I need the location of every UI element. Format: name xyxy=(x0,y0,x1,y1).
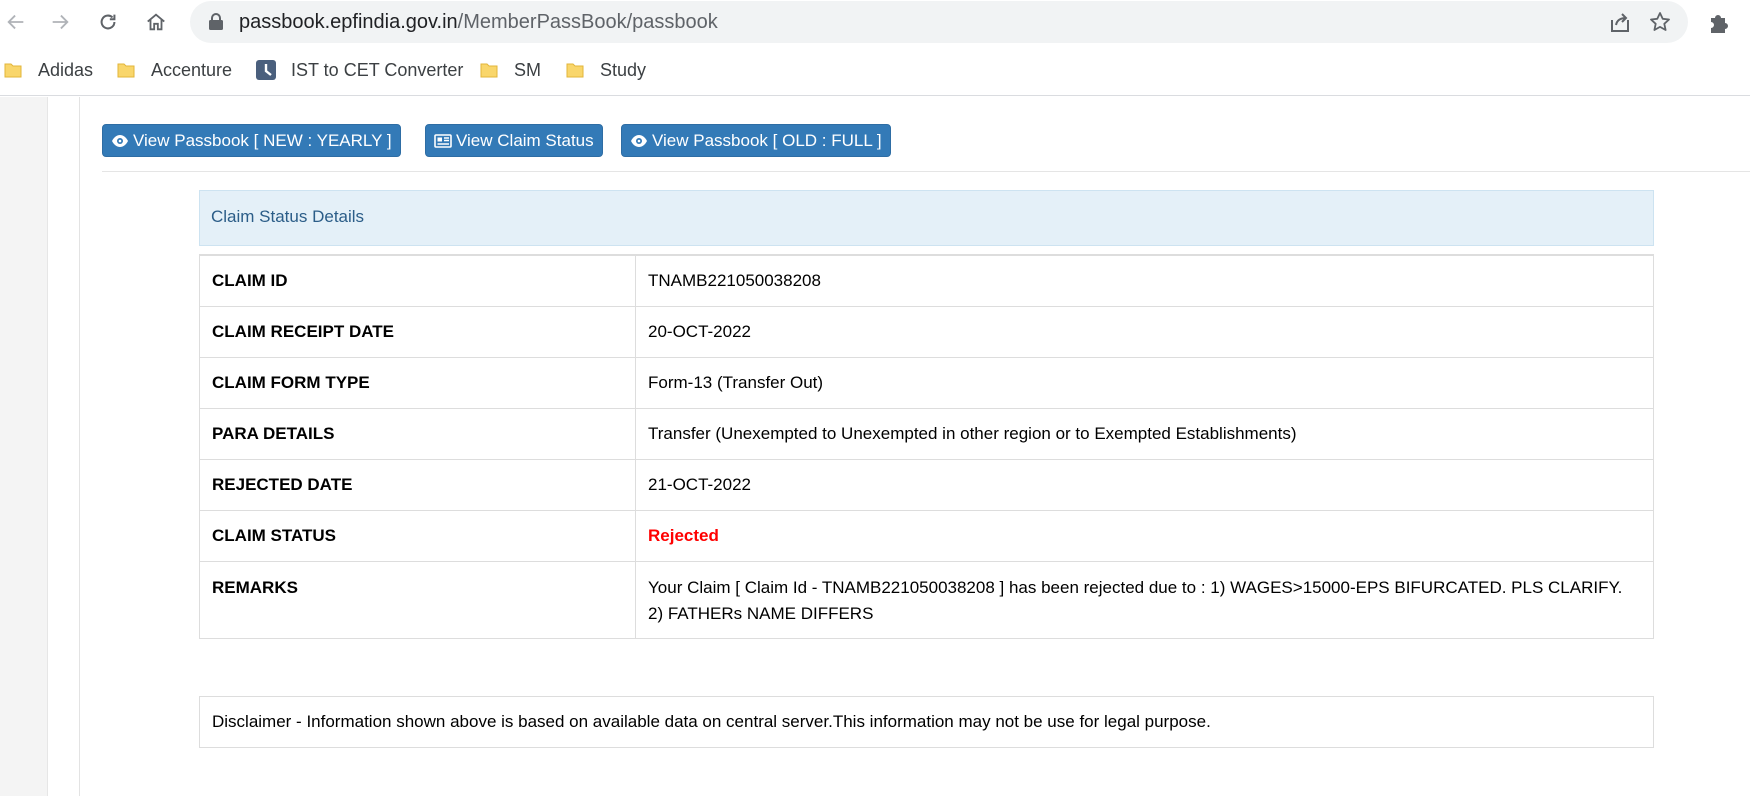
view-claim-status-button[interactable]: View Claim Status xyxy=(425,124,603,157)
claim-details-table: CLAIM ID TNAMB221050038208 CLAIM RECEIPT… xyxy=(199,254,1654,639)
claim-status-label: CLAIM STATUS xyxy=(199,509,636,562)
disclaimer-box: Disclaimer - Information shown above is … xyxy=(199,696,1654,748)
para-details-label: PARA DETAILS xyxy=(199,407,636,460)
star-icon[interactable] xyxy=(1648,10,1672,34)
para-details-value: Transfer (Unexempted to Unexempted in ot… xyxy=(635,407,1654,460)
url-host: passbook.epfindia.gov.in xyxy=(239,11,458,33)
table-row: CLAIM ID TNAMB221050038208 xyxy=(199,254,1654,307)
claim-receipt-date-label: CLAIM RECEIPT DATE xyxy=(199,305,636,358)
share-icon[interactable] xyxy=(1608,11,1632,33)
side-gutter xyxy=(0,97,48,796)
address-bar[interactable]: passbook.epfindia.gov.in/MemberPassBook/… xyxy=(190,1,1688,43)
table-row: CLAIM STATUS Rejected xyxy=(199,509,1654,562)
bookmark-label: Study xyxy=(600,59,647,80)
folder-icon xyxy=(480,63,498,78)
eye-icon xyxy=(112,134,128,147)
home-icon[interactable] xyxy=(140,6,172,38)
newspaper-icon xyxy=(434,133,452,148)
claim-id-label: CLAIM ID xyxy=(199,254,636,307)
claim-receipt-date-value: 20-OCT-2022 xyxy=(635,305,1654,358)
url-path: /MemberPassBook/passbook xyxy=(457,11,718,33)
claim-form-type-value: Form-13 (Transfer Out) xyxy=(635,356,1654,409)
url-text[interactable]: passbook.epfindia.gov.in/MemberPassBook/… xyxy=(239,11,718,34)
bookmark-study[interactable]: Study xyxy=(564,58,646,82)
clock-icon xyxy=(256,60,276,80)
button-label: View Passbook [ OLD : FULL ] xyxy=(652,130,882,150)
bookmark-adidas[interactable]: Adidas xyxy=(2,58,93,82)
view-passbook-new-button[interactable]: View Passbook [ NEW : YEARLY ] xyxy=(102,124,401,157)
claim-status-value: Rejected xyxy=(635,509,1654,562)
bookmark-ist-to-cet[interactable]: IST to CET Converter xyxy=(255,58,463,82)
remarks-value: Your Claim [ Claim Id - TNAMB22105003820… xyxy=(635,560,1654,639)
bookmark-label: IST to CET Converter xyxy=(291,59,464,80)
table-row: PARA DETAILS Transfer (Unexempted to Une… xyxy=(199,407,1654,460)
table-row: CLAIM FORM TYPE Form-13 (Transfer Out) xyxy=(199,356,1654,409)
panel-title: Claim Status Details xyxy=(211,207,365,226)
reload-icon[interactable] xyxy=(92,6,124,38)
button-label: View Passbook [ NEW : YEARLY ] xyxy=(133,130,392,150)
table-row: CLAIM RECEIPT DATE 20-OCT-2022 xyxy=(199,305,1654,358)
rejected-date-label: REJECTED DATE xyxy=(199,458,636,511)
bookmark-sm[interactable]: SM xyxy=(478,58,541,82)
folder-icon xyxy=(4,63,22,78)
bookmark-label: Accenture xyxy=(151,59,233,80)
page-content: View Passbook [ NEW : YEARLY ] View Clai… xyxy=(0,97,1750,796)
lock-icon[interactable] xyxy=(208,13,224,31)
claim-id-value: TNAMB221050038208 xyxy=(635,254,1654,307)
back-icon[interactable] xyxy=(0,6,32,38)
table-row: REMARKS Your Claim [ Claim Id - TNAMB221… xyxy=(199,560,1654,639)
panel-heading: Claim Status Details xyxy=(199,190,1654,246)
button-label: View Claim Status xyxy=(456,130,594,150)
bookmark-label: SM xyxy=(514,59,541,80)
eye-icon xyxy=(631,134,647,147)
table-row: REJECTED DATE 21-OCT-2022 xyxy=(199,458,1654,511)
folder-icon xyxy=(566,63,584,78)
bookmark-label: Adidas xyxy=(38,59,94,80)
bookmark-accenture[interactable]: Accenture xyxy=(115,58,232,82)
bookmarks-bar: Adidas Accenture IST to CET Converter SM… xyxy=(0,44,1750,96)
extensions-icon[interactable] xyxy=(1706,8,1734,36)
folder-icon xyxy=(117,63,135,78)
claim-form-type-label: CLAIM FORM TYPE xyxy=(199,356,636,409)
content-border xyxy=(79,97,80,796)
view-passbook-old-button[interactable]: View Passbook [ OLD : FULL ] xyxy=(621,124,891,157)
browser-toolbar: passbook.epfindia.gov.in/MemberPassBook/… xyxy=(0,0,1750,44)
disclaimer-text: Disclaimer - Information shown above is … xyxy=(212,712,1211,731)
rejected-date-value: 21-OCT-2022 xyxy=(635,458,1654,511)
forward-icon[interactable] xyxy=(44,6,76,38)
remarks-label: REMARKS xyxy=(199,560,636,639)
divider xyxy=(102,171,1750,172)
